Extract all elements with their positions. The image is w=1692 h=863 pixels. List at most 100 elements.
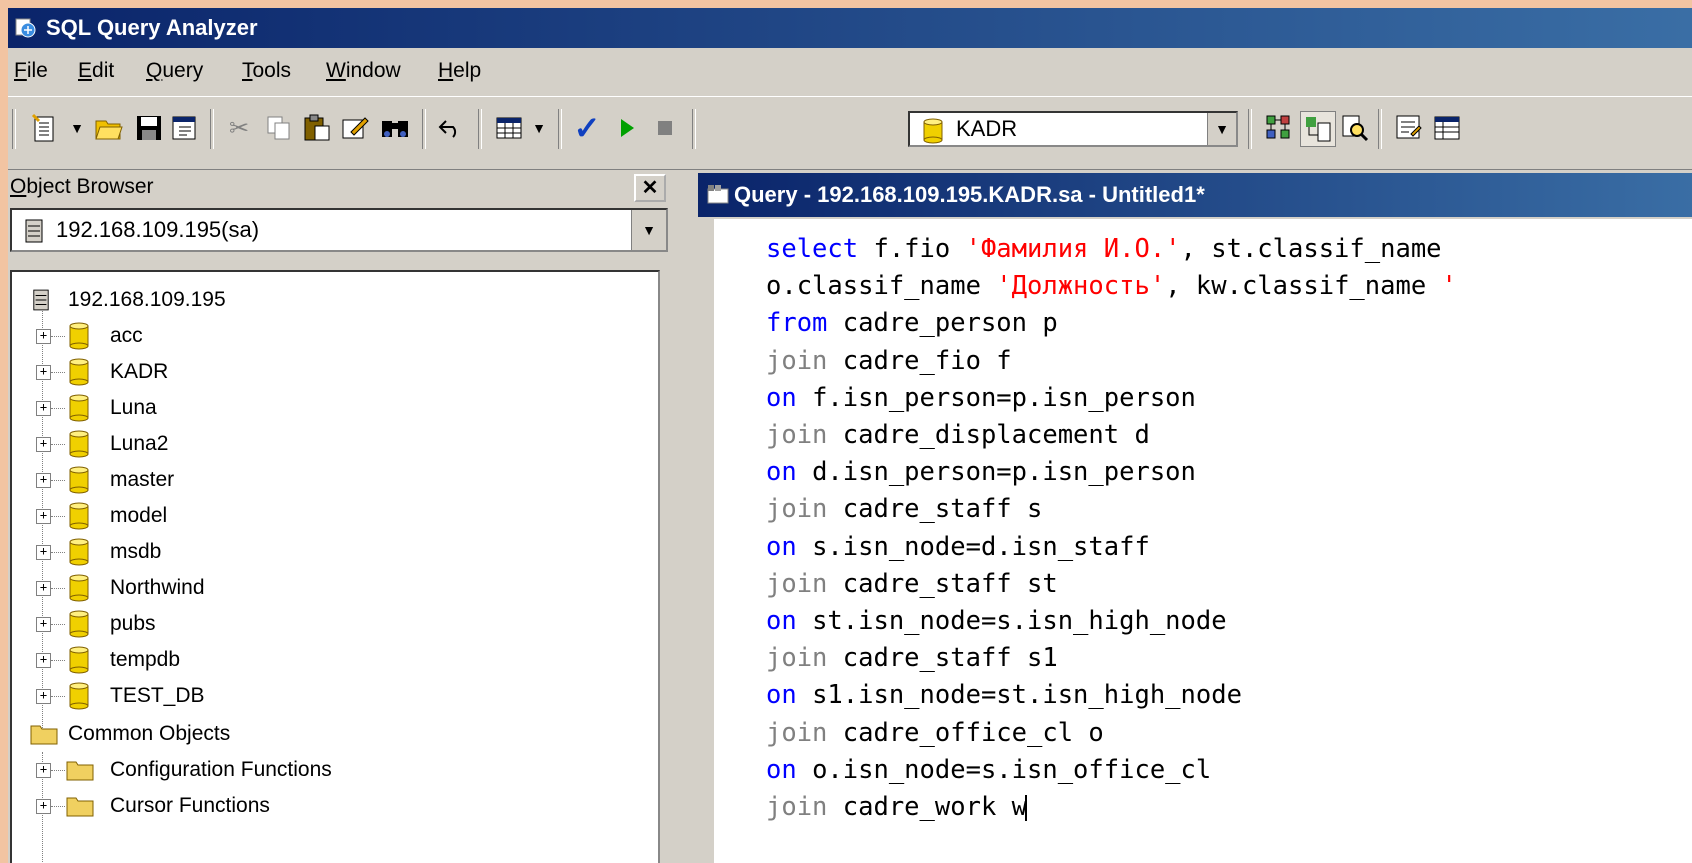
expand-icon[interactable]: + [36, 799, 51, 814]
chevron-down-icon[interactable]: ▼ [1207, 113, 1236, 145]
database-icon [69, 646, 89, 674]
database-icon [69, 538, 89, 566]
close-icon[interactable]: ✕ [634, 174, 666, 202]
properties-icon[interactable] [1392, 111, 1426, 145]
tree-database-node[interactable]: + KADR [12, 354, 612, 390]
toolbar-separator [692, 109, 696, 149]
show-plan-icon[interactable] [1262, 111, 1296, 145]
new-query-dropdown-icon[interactable]: ▼ [66, 111, 88, 145]
parse-query-icon[interactable]: ✓ [570, 110, 604, 146]
execute-icon[interactable] [610, 111, 644, 145]
sql-line: on s.isn_node=d.isn_staff [766, 531, 1150, 562]
tree-database-label: acc [110, 324, 143, 347]
paste-icon[interactable] [300, 111, 334, 145]
search-icon[interactable] [1338, 111, 1372, 145]
sql-line: on d.isn_person=p.isn_person [766, 457, 1196, 488]
expand-icon[interactable]: + [36, 763, 51, 778]
tree-database-node[interactable]: + master [12, 462, 612, 498]
cut-icon[interactable]: ✂ [222, 111, 256, 145]
pane-splitter[interactable] [670, 172, 696, 863]
tree-connector [51, 372, 65, 373]
window-title: SQL Query Analyzer [46, 15, 258, 40]
object-browser-title: Object Browser [10, 175, 154, 198]
tree-database-node[interactable]: + TEST_DB [12, 678, 612, 714]
object-browser-icon[interactable] [1300, 111, 1336, 147]
expand-icon[interactable]: + [36, 617, 51, 632]
toolbar-separator [422, 109, 426, 149]
expand-icon[interactable]: + [36, 509, 51, 524]
tree-folder-label: Cursor Functions [110, 794, 270, 817]
tree-database-label: msdb [110, 540, 162, 563]
load-script-icon[interactable] [168, 111, 202, 145]
menu-help[interactable]: Help [438, 52, 481, 90]
save-icon[interactable] [132, 111, 166, 145]
cancel-query-icon[interactable] [648, 111, 682, 145]
expand-icon[interactable]: + [36, 689, 51, 704]
sql-line: o.classif_name 'Должность', kw.classif_n… [766, 271, 1457, 302]
results-grid-icon[interactable] [492, 111, 526, 145]
sql-editor[interactable]: select f.fio 'Фамилия И.О.', st.classif_… [698, 219, 1692, 863]
database-icon [69, 502, 89, 530]
expand-icon[interactable]: + [36, 401, 51, 416]
tree-database-node[interactable]: + acc [12, 318, 612, 354]
sql-line: from cadre_person p [766, 308, 1058, 339]
sql-line: join cadre_staff st [766, 568, 1058, 599]
tree-database-node[interactable]: + Luna [12, 390, 612, 426]
object-browser-header: Object Browser [10, 172, 670, 202]
expand-icon[interactable]: + [36, 653, 51, 668]
expand-icon[interactable]: + [36, 437, 51, 452]
tree-folder-label: Configuration Functions [110, 758, 332, 781]
toolbar-separator [478, 109, 482, 149]
menu-tools[interactable]: Tools [242, 52, 291, 90]
query-analyzer-icon [15, 18, 36, 38]
expand-icon[interactable]: + [36, 545, 51, 560]
database-selector[interactable]: KADR ▼ [908, 111, 1238, 147]
sql-line: on f.isn_person=p.isn_person [766, 382, 1196, 413]
database-icon [69, 682, 89, 710]
server-selector[interactable]: 192.168.109.195(sa) ▼ [10, 208, 668, 252]
menu-file[interactable]: File [14, 52, 48, 90]
tree-connector [51, 588, 65, 589]
tree-database-node[interactable]: + pubs [12, 606, 612, 642]
tree-database-label: TEST_DB [110, 684, 205, 707]
tree-connector [51, 696, 65, 697]
tree-database-node[interactable]: + Northwind [12, 570, 612, 606]
expand-icon[interactable]: + [36, 365, 51, 380]
expand-icon[interactable]: + [36, 581, 51, 596]
query-window-icon [707, 185, 729, 204]
folder-icon [66, 761, 94, 781]
new-query-icon[interactable] [28, 111, 62, 145]
menu-query[interactable]: Query [146, 52, 203, 90]
tree-server-label: 192.168.109.195 [68, 288, 226, 311]
expand-icon[interactable]: + [36, 329, 51, 344]
menu-edit[interactable]: Edit [78, 52, 114, 90]
tree-connector [51, 408, 65, 409]
menu-window[interactable]: Window [326, 52, 401, 90]
open-folder-icon[interactable] [92, 111, 126, 145]
chevron-down-icon[interactable]: ▼ [631, 210, 666, 250]
tree-database-label: KADR [110, 360, 169, 383]
edit-icon[interactable] [338, 111, 372, 145]
results-pane-icon[interactable] [1430, 111, 1464, 145]
undo-icon[interactable] [434, 111, 468, 145]
tree-database-node[interactable]: + model [12, 498, 612, 534]
tree-database-label: Northwind [110, 576, 205, 599]
menu-bar: File Edit Query Tools Window Help [8, 52, 1692, 90]
sql-line: on s1.isn_node=st.isn_high_node [766, 680, 1242, 711]
toolbar-separator [1378, 109, 1382, 149]
tree-folder-configuration-functions[interactable]: + Configuration Functions [12, 752, 612, 788]
database-icon [69, 574, 89, 602]
folder-icon [30, 725, 58, 745]
tree-database-node[interactable]: + msdb [12, 534, 612, 570]
expand-icon[interactable]: + [36, 473, 51, 488]
tree-database-node[interactable]: + tempdb [12, 642, 612, 678]
results-dropdown-icon[interactable]: ▼ [528, 111, 550, 145]
tree-folder-cursor-functions[interactable]: + Cursor Functions [12, 788, 612, 824]
query-window-title: Query - 192.168.109.195.KADR.sa - Untitl… [734, 182, 1205, 207]
find-icon[interactable] [378, 111, 412, 145]
application-window: SQL Query Analyzer File Edit Query Tools… [8, 8, 1692, 863]
tree-connector [51, 552, 65, 553]
tree-database-node[interactable]: + Luna2 [12, 426, 612, 462]
server-icon [33, 289, 49, 311]
copy-icon[interactable] [262, 111, 296, 145]
